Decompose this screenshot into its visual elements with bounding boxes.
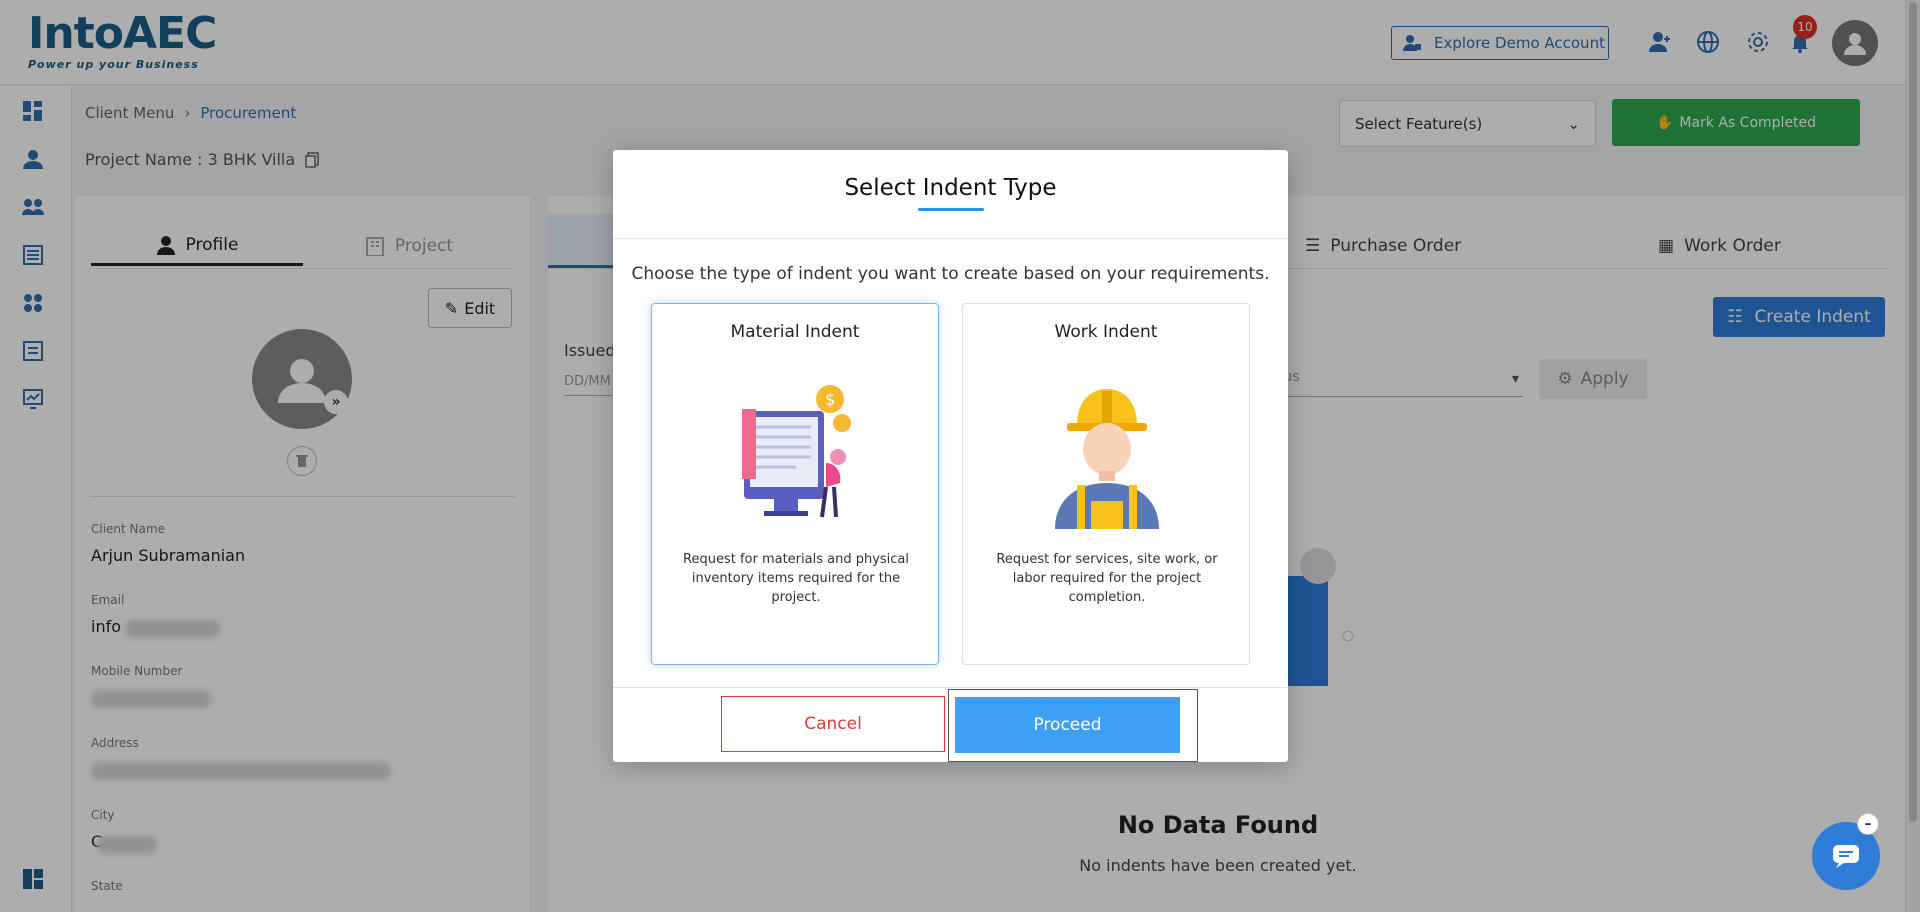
work-indent-option[interactable]: Work Indent Request for services, site w…: [962, 303, 1250, 665]
modal-title-underline: [918, 208, 984, 211]
material-indent-description: Request for materials and physical inven…: [683, 552, 909, 605]
material-indent-option[interactable]: Material Indent $ Request for materials …: [651, 303, 939, 665]
chat-minimize-icon[interactable]: –: [1857, 813, 1879, 835]
svg-text:$: $: [825, 390, 835, 409]
material-indent-title: Material Indent: [730, 322, 860, 342]
chat-icon: [1833, 845, 1859, 868]
work-indent-description: Request for services, site work, or labo…: [996, 552, 1218, 605]
material-indent-illustration: $: [726, 379, 866, 529]
proceed-button[interactable]: Proceed: [955, 697, 1180, 753]
select-indent-modal: Select Indent Type Choose the type of in…: [613, 150, 1288, 762]
modal-footer-divider: [613, 687, 1288, 688]
modal-description: Choose the type of indent you want to cr…: [631, 264, 1270, 284]
work-indent-illustration: [1037, 379, 1177, 529]
modal-divider: [613, 238, 1288, 239]
cancel-button[interactable]: Cancel: [721, 696, 945, 752]
proceed-focus-ring: Proceed: [948, 689, 1198, 762]
work-indent-title: Work Indent: [1054, 322, 1158, 342]
modal-title: Select Indent Type: [844, 175, 1057, 201]
